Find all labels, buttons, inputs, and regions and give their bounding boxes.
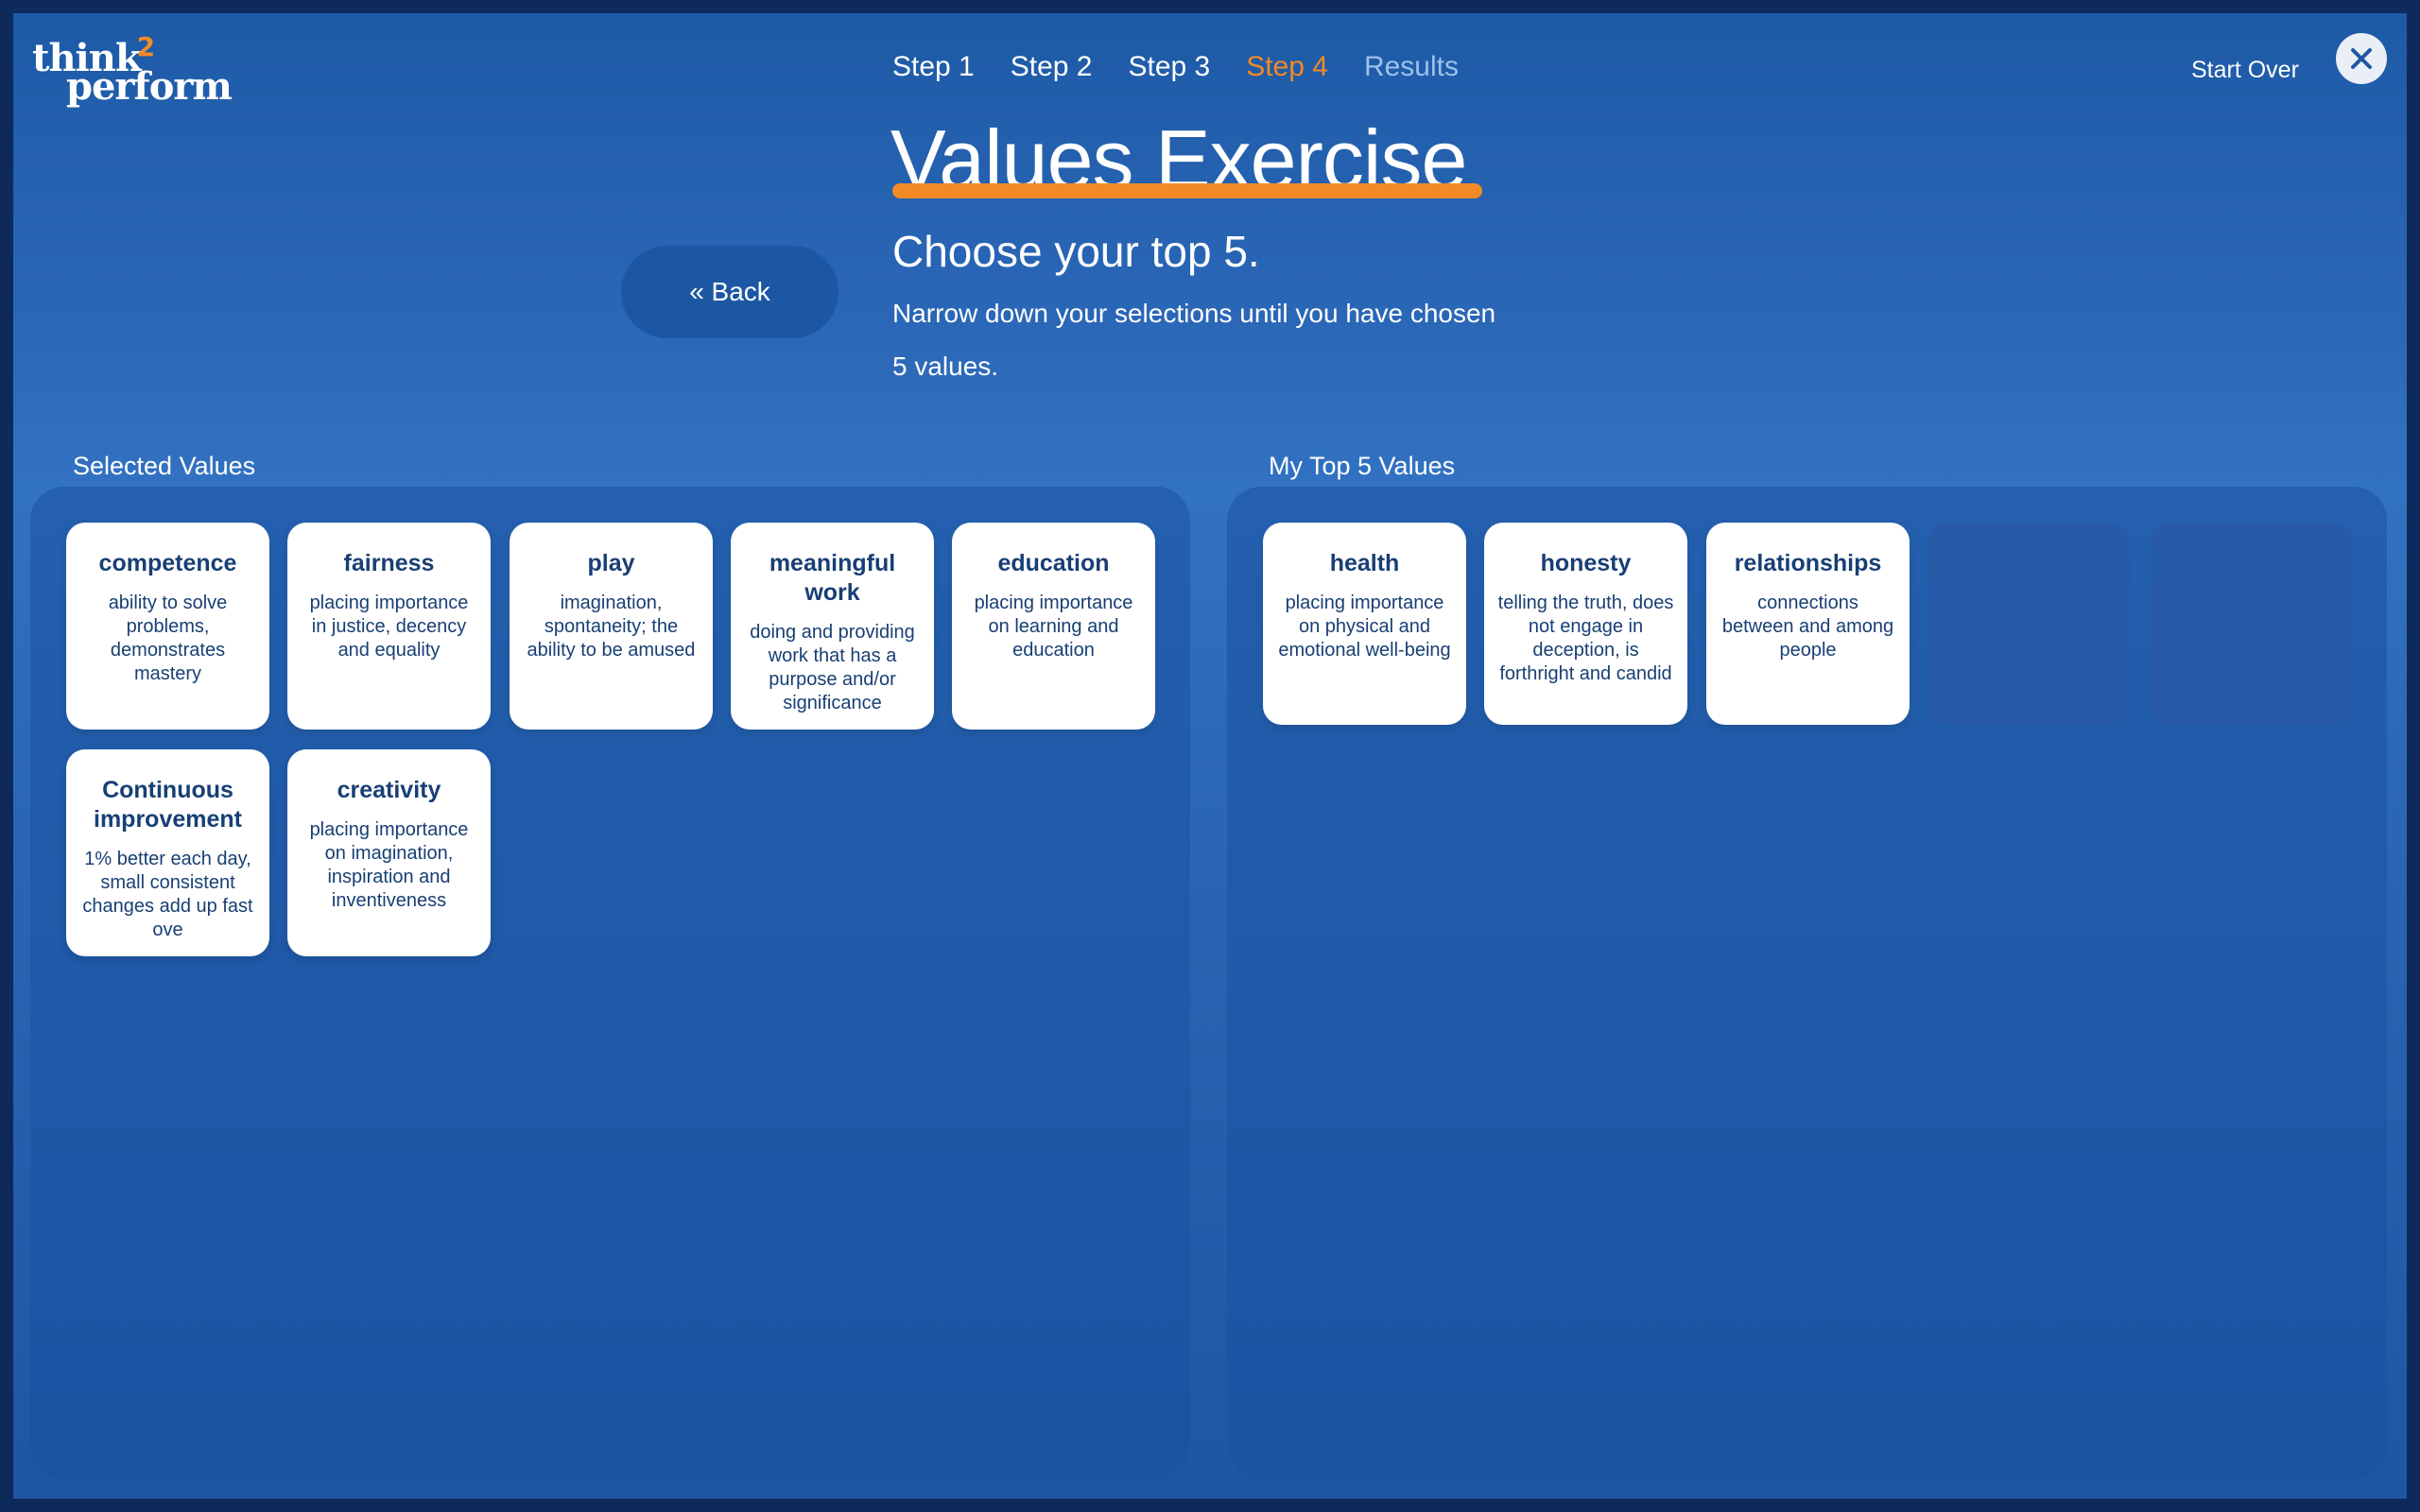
value-card-continuous-improvement[interactable]: Continuous improvement 1% better each da… [66, 749, 269, 956]
empty-value-slot[interactable] [1927, 523, 2131, 725]
value-card-title: creativity [337, 777, 441, 803]
page-description: Narrow down your selections until you ha… [892, 299, 1496, 381]
value-card-creativity[interactable]: creativity placing importance on imagina… [287, 749, 491, 956]
value-card-title: health [1329, 550, 1400, 576]
value-card-title: play [587, 550, 635, 576]
nav-step-4[interactable]: Step 4 [1246, 51, 1328, 83]
value-card-title: relationships [1734, 550, 1882, 576]
selected-values-label: Selected Values [73, 452, 256, 480]
close-button[interactable] [2336, 33, 2387, 84]
nav-results[interactable]: Results [1364, 51, 1459, 83]
value-card-definition: doing and providing work that has a purp… [750, 622, 915, 713]
logo-superscript: 2 [136, 31, 156, 62]
value-card-definition: placing importance on physical and emoti… [1278, 593, 1451, 661]
value-card-fairness[interactable]: fairness placing importance in justice, … [287, 523, 491, 730]
value-card-definition: placing importance in justice, decency a… [309, 593, 469, 661]
value-card-competence[interactable]: competence ability to solve problems, de… [66, 523, 269, 730]
value-card-education[interactable]: education placing importance on learning… [952, 523, 1155, 730]
nav-step-3[interactable]: Step 3 [1128, 51, 1210, 83]
value-card-definition: placing importance on imagination, inspi… [309, 819, 469, 911]
page-subtitle: Choose your top 5. [892, 227, 1260, 276]
nav-step-1[interactable]: Step 1 [892, 51, 975, 83]
value-card-definition: imagination, spontaneity; the ability to… [527, 593, 696, 661]
nav-step-2[interactable]: Step 2 [1011, 51, 1093, 83]
value-card-title: competence [98, 550, 237, 576]
close-icon [2351, 48, 2372, 69]
step-navigation: Step 1 Step 2 Step 3 Step 4 Results [892, 51, 1459, 83]
top5-values-label: My Top 5 Values [1269, 452, 1456, 480]
empty-value-slot[interactable] [2150, 523, 2353, 725]
logo-text-perform: perform [66, 64, 233, 109]
value-card-title: Continuous improvement [94, 777, 242, 833]
value-card-title: education [997, 550, 1110, 576]
app-frame: think2 perform Step 1 Step 2 Step 3 Step… [13, 13, 2407, 1499]
value-card-definition: telling the truth, does not engage in de… [1497, 593, 1674, 684]
top-value-card-relationships[interactable]: relationships connections between and am… [1706, 523, 1910, 725]
value-card-play[interactable]: play imagination, spontaneity; the abili… [510, 523, 713, 730]
start-over-link[interactable]: Start Over [2191, 57, 2299, 84]
value-card-title: fairness [343, 550, 435, 576]
value-card-definition: connections between and among people [1721, 593, 1894, 661]
value-card-definition: ability to solve problems, demonstrates … [108, 593, 228, 684]
value-card-meaningful-work[interactable]: meaningful work doing and providing work… [731, 523, 934, 730]
back-button[interactable]: « Back [621, 246, 838, 338]
top-value-card-health[interactable]: health placing importance on physical an… [1263, 523, 1466, 725]
top-value-card-honesty[interactable]: honesty telling the truth, does not enga… [1484, 523, 1687, 725]
value-card-title: honesty [1540, 550, 1632, 576]
value-card-definition: 1% better each day, small consistent cha… [82, 849, 253, 940]
value-card-definition: placing importance on learning and educa… [974, 593, 1133, 661]
title-underline [892, 183, 1482, 198]
think2perform-logo[interactable]: think2 perform [32, 34, 233, 109]
value-card-title: meaningful work [769, 550, 896, 606]
